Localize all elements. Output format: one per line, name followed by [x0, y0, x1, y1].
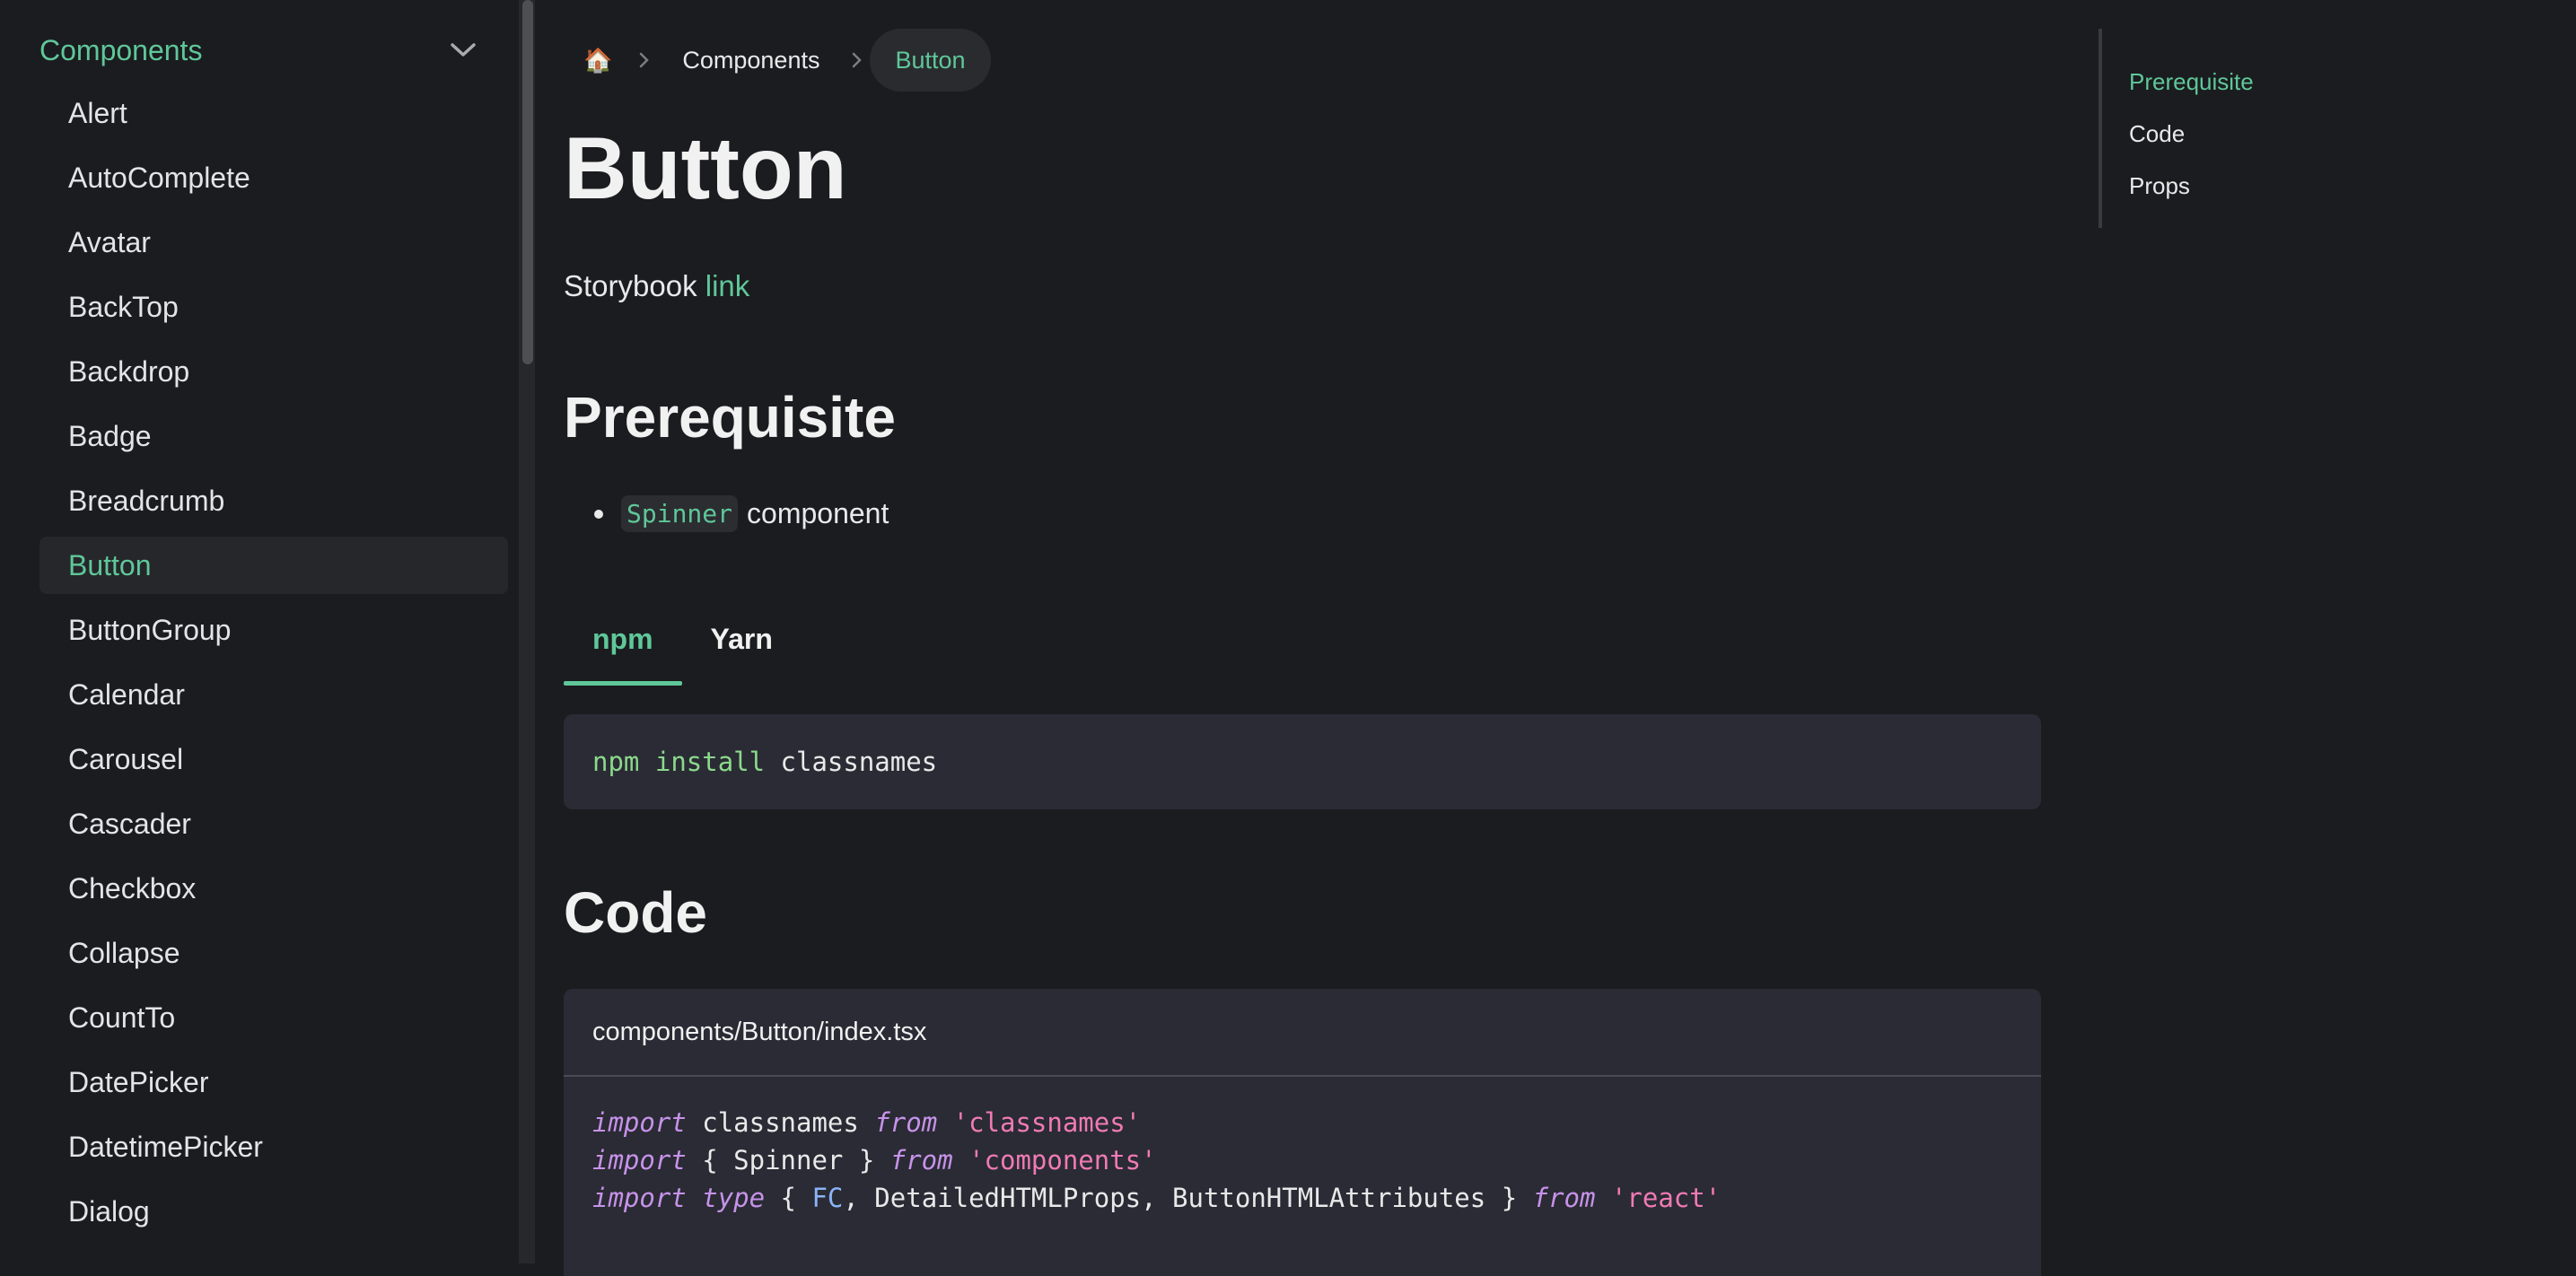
chevron-right-icon [845, 51, 870, 69]
sidebar-item-badge[interactable]: Badge [39, 407, 508, 465]
toc-item-prerequisite[interactable]: Prerequisite [2129, 56, 2254, 108]
sidebar-item-calendar[interactable]: Calendar [39, 666, 508, 723]
chevron-right-icon [632, 51, 657, 69]
sidebar-item-datepicker[interactable]: DatePicker [39, 1053, 508, 1111]
sidebar-item-buttongroup[interactable]: ButtonGroup [39, 601, 508, 659]
sidebar-item-avatar[interactable]: Avatar [39, 214, 508, 271]
sidebar: Components Alert AutoComplete Avatar Bac… [0, 0, 519, 1263]
sidebar-item-alert[interactable]: Alert [39, 84, 508, 142]
breadcrumb: 🏠 Components Button [564, 29, 991, 92]
chevron-down-icon[interactable] [445, 32, 481, 68]
sidebar-item-breadcrumb[interactable]: Breadcrumb [39, 472, 508, 529]
prerequisite-heading: Prerequisite [564, 385, 896, 450]
storybook-line: Storybook link [564, 269, 749, 303]
sidebar-item-autocomplete[interactable]: AutoComplete [39, 149, 508, 206]
sidebar-item-countto[interactable]: CountTo [39, 989, 508, 1046]
sidebar-item-collapse[interactable]: Collapse [39, 924, 508, 982]
page-title: Button [564, 118, 847, 217]
storybook-text: Storybook [564, 269, 697, 302]
sidebar-list: Alert AutoComplete Avatar BackTop Backdr… [39, 84, 508, 1247]
toc-item-props[interactable]: Props [2129, 160, 2254, 212]
breadcrumb-item-button[interactable]: Button [870, 29, 991, 92]
sidebar-item-backtop[interactable]: BackTop [39, 278, 508, 336]
tab-npm[interactable]: npm [564, 592, 682, 686]
table-of-contents: Prerequisite Code Props [2129, 56, 2254, 212]
cmd-package: classnames [780, 747, 938, 777]
cmd-npm: npm [592, 747, 640, 777]
code-heading: Code [564, 880, 707, 945]
sidebar-item-dialog[interactable]: Dialog [39, 1183, 508, 1240]
sidebar-section-header[interactable]: Components [39, 31, 481, 70]
sidebar-item-checkbox[interactable]: Checkbox [39, 860, 508, 917]
sidebar-item-button[interactable]: Button [39, 537, 508, 594]
install-command-block: npm install classnames [564, 714, 2041, 809]
breadcrumb-item-components[interactable]: Components [657, 29, 845, 92]
sidebar-item-backdrop[interactable]: Backdrop [39, 343, 508, 400]
bullet-icon [594, 509, 603, 519]
code-filename: components/Button/index.tsx [564, 989, 2041, 1077]
sidebar-section-title: Components [39, 33, 203, 66]
toc-item-code[interactable]: Code [2129, 108, 2254, 160]
storybook-link[interactable]: link [705, 269, 750, 302]
sidebar-item-datetimepicker[interactable]: DatetimePicker [39, 1118, 508, 1175]
prerequisite-text: component [747, 497, 889, 529]
sidebar-item-carousel[interactable]: Carousel [39, 730, 508, 788]
cmd-install: install [654, 747, 766, 777]
code-file-block: components/Button/index.tsx import class… [564, 989, 2041, 1276]
install-tabs: npm Yarn [564, 592, 802, 686]
sidebar-item-cascader[interactable]: Cascader [39, 795, 508, 852]
toc-rail [2098, 29, 2102, 228]
prerequisite-list-item: Spinner component [594, 495, 889, 532]
inline-code-spinner: Spinner [621, 495, 739, 532]
sidebar-scrollbar-thumb[interactable] [522, 0, 533, 364]
home-icon[interactable]: 🏠 [564, 29, 632, 92]
code-content: import classnames from 'classnames' impo… [592, 1107, 1722, 1213]
tab-yarn[interactable]: Yarn [682, 592, 802, 686]
